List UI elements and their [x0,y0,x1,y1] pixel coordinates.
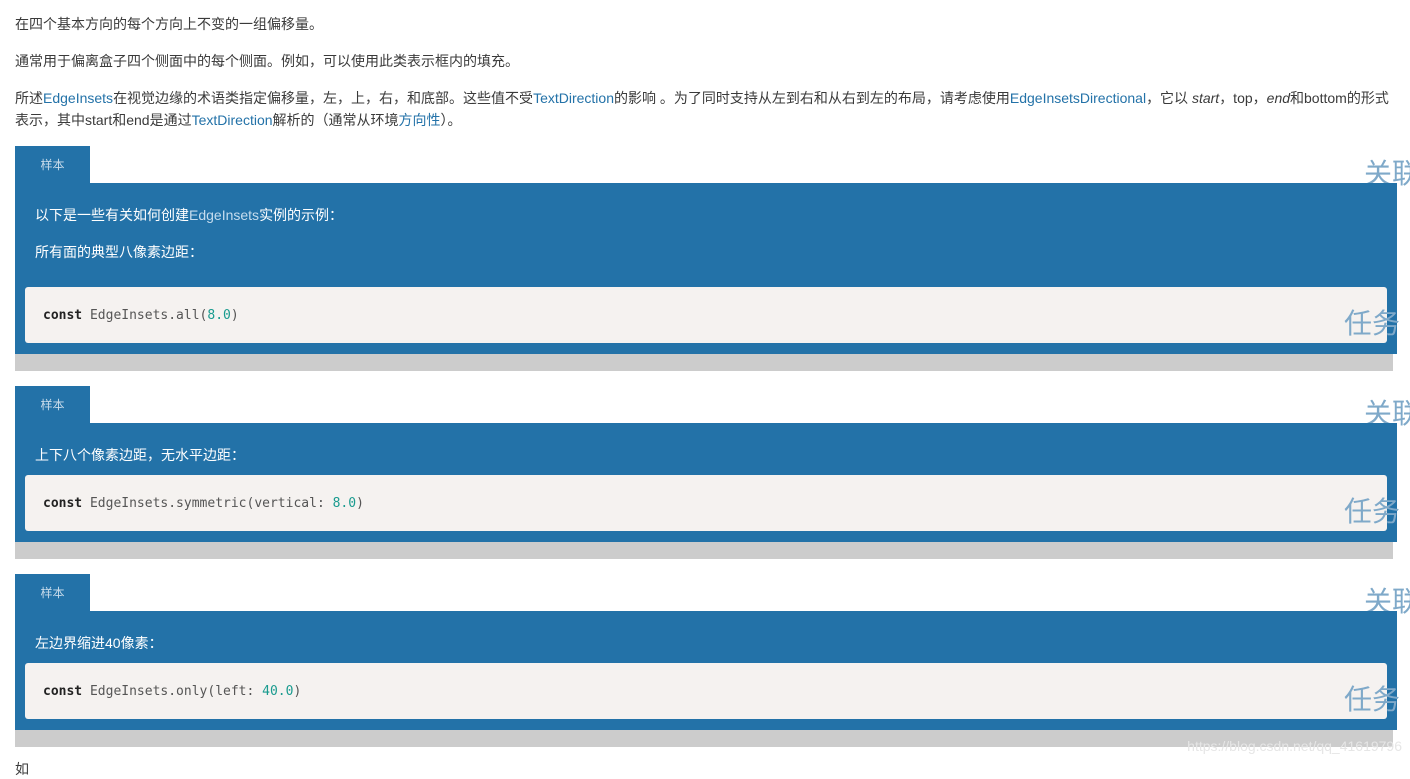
sample-description: 左边界缩进40像素： [35,635,163,651]
sample-intro-pre: 以下是一些有关如何创建 [35,207,189,223]
sample-tab[interactable]: 样本 [15,386,90,423]
code-keyword: const [43,307,83,323]
sample-panel: 上下八个像素边距，无水平边距： const EdgeInsets.symmetr… [15,423,1397,542]
textdirection-link[interactable]: TextDirection [533,90,614,106]
code-block: const EdgeInsets.symmetric(vertical: 8.0… [25,475,1387,531]
code-number: 8.0 [207,307,231,323]
code-block: const EdgeInsets.all(8.0) [25,287,1387,343]
code-number: 8.0 [332,495,357,511]
sample-footer-bar [15,542,1393,559]
sample-footer-bar [15,354,1393,371]
code-text: EdgeInsets.symmetric(vertical: [82,495,333,511]
p3-text-3: 的影响 。为了同时支持从左到右和从右到左的布局，请考虑使用 [613,90,1010,106]
p3-text-8: ）。 [440,112,462,128]
sample-intro-post: 实例的示例： [259,207,344,223]
code-text: EdgeInsets.only(left: [82,683,263,699]
p3-text-5: ，top， [1219,90,1267,106]
intro-paragraph-3: 所述EdgeInsets在视觉边缘的术语类指定偏移量，左，上，右，和底部。这些值… [15,87,1397,131]
sample-intro: 以下是一些有关如何创建EdgeInsets实例的示例： [35,205,343,225]
intro-paragraph-1: 在四个基本方向的每个方向上不变的一组偏移量。 [15,16,323,32]
task-side-label: 任务 [1344,307,1401,340]
code-keyword: const [43,495,83,511]
watermark: https://blog.csdn.net/qq_41619796 [1187,738,1402,754]
intro-paragraph-2: 通常用于偏离盒子四个侧面中的每个侧面。例如，可以使用此类表示框内的填充。 [15,53,519,69]
start-emphasis: start [1191,90,1220,106]
edgeinsetsdirectional-link[interactable]: EdgeInsetsDirectional [1010,90,1146,106]
sample-description: 上下八个像素边距，无水平边距： [35,447,245,463]
sample-panel: 左边界缩进40像素： const EdgeInsets.only(left: 4… [15,611,1397,730]
code-close: ) [230,307,239,323]
directionality-link[interactable]: 方向性 [399,112,441,128]
sample-panel: 以下是一些有关如何创建EdgeInsets实例的示例： 所有面的典型八像素边距：… [15,183,1397,354]
task-side-label: 任务 [1344,683,1401,716]
sample-description: 所有面的典型八像素边距： [35,244,203,260]
sample-tab[interactable]: 样本 [15,146,90,183]
cut-off-paragraph: 如 [15,761,29,777]
p3-text-7: 解析的（通常从环境 [272,112,399,128]
code-keyword: const [43,683,83,699]
edgeinsets-link[interactable]: EdgeInsets [43,90,113,106]
code-block: const EdgeInsets.only(left: 40.0) [25,663,1387,719]
sample-edgeinsets-link[interactable]: EdgeInsets [189,207,259,223]
code-close: ) [293,683,302,699]
end-emphasis: end [1266,90,1291,106]
p3-text-1: 所述 [15,90,43,106]
code-text: EdgeInsets.all( [82,307,208,323]
p3-text-2: 在视觉边缘的术语类指定偏移量，左，上，右，和底部。这些值不受 [113,90,534,106]
code-number: 40.0 [262,683,294,699]
code-close: ) [356,495,364,511]
task-side-label: 任务 [1344,495,1401,528]
p3-text-4: ，它以 [1146,90,1192,106]
sample-tab[interactable]: 样本 [15,574,90,611]
textdirection-link-2[interactable]: TextDirection [192,112,273,128]
